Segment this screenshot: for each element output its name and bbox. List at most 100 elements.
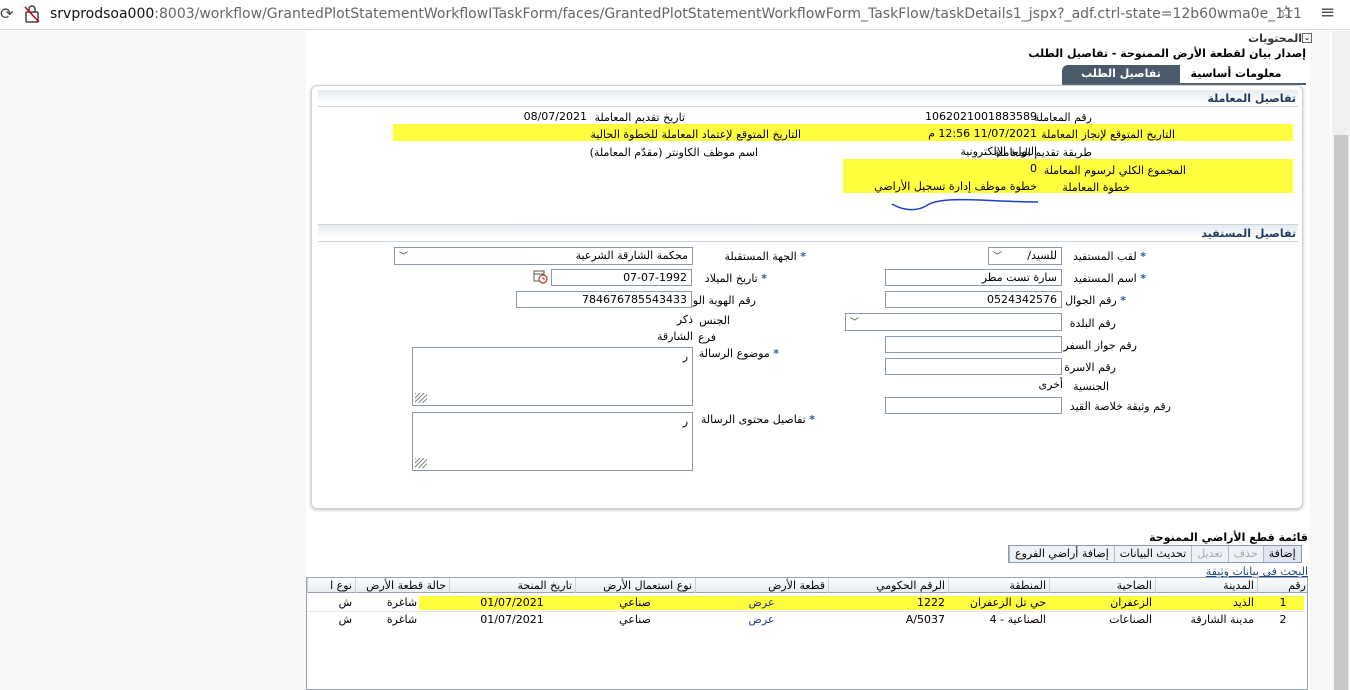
cell-suburb: الصناعات <box>1109 613 1152 626</box>
reload-icon[interactable]: ⟳ <box>0 4 13 23</box>
receiver-label: * الجهة المستقبلة <box>724 250 806 263</box>
cell-type: ش <box>338 596 352 609</box>
record-number-input[interactable] <box>885 397 1062 414</box>
total-fees-value: 0 <box>1030 162 1037 175</box>
table-row[interactable]: 1 الذيد الزعفران حي تل الزعفران 1222 عرض… <box>307 595 1307 610</box>
plots-table-title: قائمة قطع الأراضي الممنوحة <box>1149 531 1308 544</box>
page-title: إصدار بيان لقطعة الأرض الممنوحة - تفاصيل… <box>1028 47 1306 60</box>
cell-number: 2 <box>1279 613 1287 626</box>
record-number-label: رقم وثيقة خلاصة القيد <box>1069 400 1171 413</box>
nationality-value: أخرى <box>1038 378 1063 391</box>
beneficiary-title-select[interactable]: للسيد/﹀ <box>988 247 1062 265</box>
beneficiary-name-input[interactable]: سارة تست مطر <box>885 269 1062 286</box>
col-header-area[interactable]: المنطقة <box>948 578 1049 593</box>
bookmark-star-icon[interactable]: ☆ <box>1278 2 1294 23</box>
table-row[interactable]: 2 مدينة الشارقة الصناعات الصناعية - 4 A/… <box>307 611 1307 627</box>
transaction-step-label: خطوة المعاملة <box>1062 181 1130 194</box>
cell-suburb: الزعفران <box>1110 596 1152 609</box>
cell-gov-number: A/5037 <box>905 613 945 626</box>
section-divider <box>318 241 1298 242</box>
browser-address-bar: ⟳ srvprodsoa000:8003/workflow/GrantedPlo… <box>0 0 1350 30</box>
resize-grip-icon[interactable] <box>415 393 427 403</box>
not-secure-icon[interactable] <box>24 5 40 23</box>
cell-grant-date: 01/07/2021 <box>480 596 544 609</box>
refresh-data-button[interactable]: تحديث البيانات <box>1113 546 1191 562</box>
cell-city: مدينة الشارقة <box>1190 613 1254 626</box>
receiver-select[interactable]: محكمة الشارقة الشرعية ﹀ <box>394 247 693 265</box>
birth-date-label: * تاريخ الميلاد <box>704 272 767 285</box>
col-header-plot[interactable]: قطعة الأرض <box>695 578 828 593</box>
branch-value: الشارقة <box>656 330 693 343</box>
branch-label: فرع <box>698 331 716 344</box>
counter-employee-label: اسم موظف الكاونتر (مقدّم المعاملة) <box>589 146 758 159</box>
national-id-input[interactable]: 784676785543433 <box>516 291 692 308</box>
cell-land-use: صناعي <box>619 596 651 609</box>
passport-input[interactable] <box>885 336 1062 353</box>
beneficiary-name-label: * اسم المستفيد <box>1073 272 1146 285</box>
beneficiary-details-header: تفاصيل المستفيد <box>1201 227 1296 240</box>
gender-value: ذكر <box>676 313 693 326</box>
add-button[interactable]: إضافة <box>1262 546 1301 562</box>
message-content-label: * تفاصيل محتوى الرسالة <box>700 413 815 426</box>
cell-plot-status: شاغرة <box>386 613 418 626</box>
url-field[interactable]: srvprodsoa000:8003/workflow/GrantedPlotS… <box>50 6 1302 22</box>
collapse-toggle-icon[interactable]: ⌄ <box>1302 33 1312 43</box>
edit-button[interactable]: تعديل <box>1191 546 1228 562</box>
transaction-number-label: رقم المعاملة <box>1033 111 1092 124</box>
calendar-icon[interactable] <box>533 269 548 284</box>
cell-type: ش <box>338 613 352 626</box>
gender-label: الجنس <box>699 314 730 327</box>
col-header-number[interactable]: رقم <box>1257 578 1307 593</box>
message-subject-textarea[interactable]: ر <box>412 347 693 406</box>
expected-completion-value: 11/07/2021 12:56 م <box>928 127 1037 140</box>
birth-date-input[interactable]: 07-07-1992 <box>551 269 692 286</box>
passport-label: رقم جواز السفر <box>1063 339 1137 352</box>
section-gradient <box>318 225 1298 239</box>
scrollbar-thumb[interactable] <box>1334 135 1348 690</box>
message-subject-label: * موضوع الرسالة <box>698 347 779 360</box>
table-toolbar: إضافة حذف تعديل تحديث البيانات إضافة أرا… <box>1008 545 1302 563</box>
section-gradient <box>318 90 1298 104</box>
cell-area: حي تل الزعفران <box>969 596 1046 609</box>
blue-pen-scribble <box>891 198 1039 211</box>
submission-method-value: البوابة الإلكترونية <box>960 145 1037 158</box>
expected-completion-label: التاريخ المتوقع لإنجاز المعاملة <box>1041 128 1175 141</box>
browser-menu-icon[interactable]: ≡ <box>1320 2 1335 23</box>
tab-request-details[interactable]: تفاصيل الطلب <box>1062 65 1180 83</box>
country-label: رقم البلدة <box>1069 317 1116 330</box>
add-branch-lands-button[interactable]: إضافة أراضي الفروع <box>1009 546 1114 562</box>
col-header-grant-date[interactable]: تاريخ المنحة <box>449 578 575 593</box>
total-fees-label: المجموع الكلي لرسوم المعاملة <box>1043 164 1186 177</box>
mobile-label: * رقم الجوال <box>1065 294 1126 307</box>
cell-plot-status: شاغرة <box>386 596 418 609</box>
section-divider <box>318 224 1298 225</box>
cell-plot-link[interactable]: عرض <box>695 595 828 610</box>
submit-date-label: تاريخ تقديم المعاملة <box>594 111 685 124</box>
col-header-land-use[interactable]: نوع استعمال الأرض <box>575 578 695 593</box>
submit-date-value: 08/07/2021 <box>523 110 587 123</box>
contents-header: المحتويات <box>1248 32 1302 45</box>
right-margin <box>1310 31 1330 690</box>
resize-grip-icon[interactable] <box>415 458 427 468</box>
transaction-step-value: خطوة موظف إدارة تسجيل الأراضي <box>874 180 1037 193</box>
country-select[interactable]: ﹀ <box>845 313 1062 331</box>
col-header-type[interactable]: نوع ا <box>307 578 355 593</box>
family-number-input[interactable] <box>885 358 1062 375</box>
message-content-textarea[interactable]: ر <box>412 412 693 471</box>
cell-city: الذيد <box>1232 596 1254 609</box>
col-header-suburb[interactable]: الضاحية <box>1049 578 1155 593</box>
delete-button[interactable]: حذف <box>1227 546 1263 562</box>
cell-grant-date: 01/07/2021 <box>480 613 544 626</box>
left-margin <box>0 31 306 690</box>
col-header-plot-status[interactable]: حالة قطعة الأرض <box>355 578 449 593</box>
expected-step-date-label: التاريخ المتوقع لإعتماد المعاملة للخطوة … <box>590 128 801 141</box>
col-header-city[interactable]: المدينة <box>1155 578 1257 593</box>
col-header-gov-number[interactable]: الرقم الحكومي <box>828 578 948 593</box>
nationality-label: الجنسية <box>1073 380 1109 393</box>
mobile-input[interactable]: 0524342576 <box>885 291 1062 308</box>
cell-plot-link[interactable]: عرض <box>695 612 828 627</box>
tab-basic-info[interactable]: معلومات أساسية <box>1180 65 1292 83</box>
cell-land-use: صناعي <box>619 613 651 626</box>
table-header-row: رقم المدينة الضاحية المنطقة الرقم الحكوم… <box>307 578 1307 593</box>
transaction-number-value: 1062021001883589 <box>925 110 1037 123</box>
